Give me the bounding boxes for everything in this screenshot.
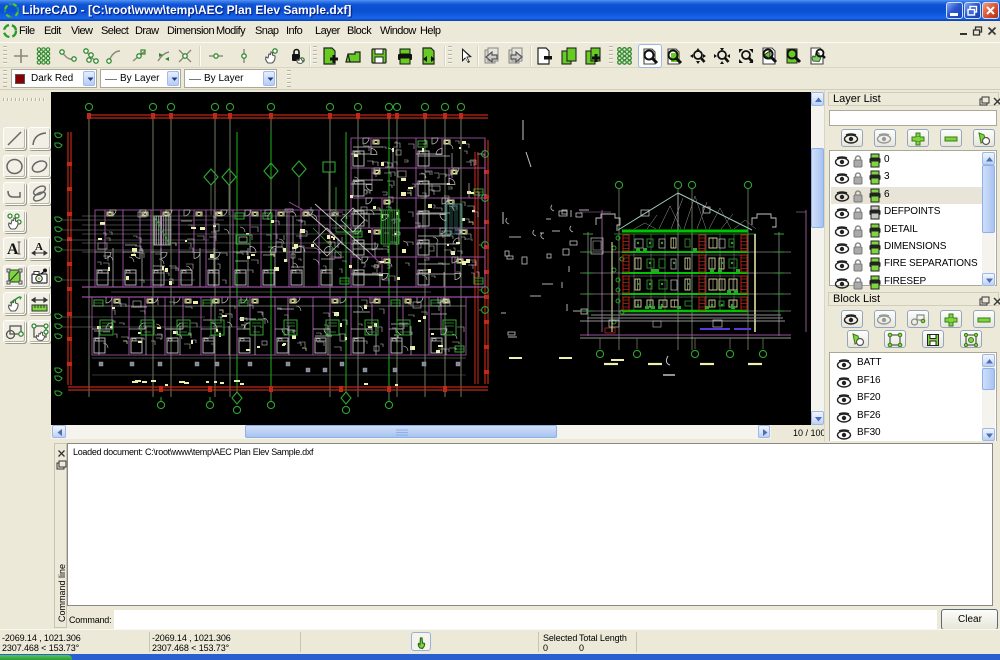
svg-text:A: A bbox=[7, 241, 19, 258]
svg-text:A: A bbox=[35, 241, 43, 253]
